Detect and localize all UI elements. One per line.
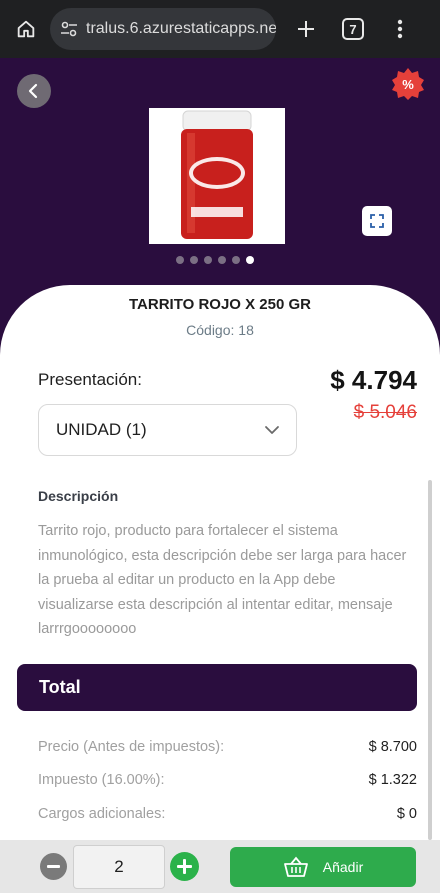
total-row-value: $ 1.322 — [368, 772, 417, 788]
product-code: Código: 18 — [186, 322, 254, 338]
product-image[interactable] — [149, 108, 285, 244]
product-jar-image — [181, 110, 253, 239]
svg-text:%: % — [402, 77, 414, 92]
home-icon[interactable] — [12, 15, 40, 43]
total-row-value: $ 8.700 — [368, 739, 417, 755]
description-text: Tarrito rojo, producto para fortalecer e… — [38, 523, 407, 637]
gallery-dot[interactable] — [218, 256, 226, 264]
chevron-down-icon — [265, 426, 279, 434]
browser-toolbar: tralus.6.azurestaticapps.net 7 — [0, 0, 440, 58]
total-row-label: Impuesto (16.00%): — [38, 772, 165, 788]
increase-quantity-button[interactable] — [170, 852, 199, 881]
gallery-dot[interactable] — [176, 256, 184, 264]
site-settings-icon[interactable] — [60, 21, 78, 37]
gallery-pagination — [176, 256, 254, 264]
quantity-input[interactable] — [73, 845, 165, 889]
total-header: Total — [17, 664, 417, 711]
minus-icon — [47, 865, 60, 868]
product-gallery: % — [0, 58, 440, 318]
gallery-dot[interactable] — [190, 256, 198, 264]
total-row-price: Precio (Antes de impuestos): $ 8.700 — [38, 739, 417, 755]
discount-badge-icon: % — [391, 67, 425, 101]
back-button[interactable] — [17, 74, 51, 108]
gallery-dot[interactable] — [204, 256, 212, 264]
basket-icon — [283, 856, 308, 877]
tab-switcher-button[interactable]: 7 — [342, 18, 364, 40]
total-row-label: Cargos adicionales: — [38, 806, 166, 822]
fullscreen-button[interactable] — [362, 206, 392, 236]
new-tab-icon[interactable] — [292, 15, 320, 43]
presentation-selected-value: UNIDAD (1) — [56, 420, 147, 439]
total-title: Total — [39, 677, 81, 697]
presentation-select[interactable]: UNIDAD (1) — [38, 404, 297, 456]
url-text: tralus.6.azurestaticapps.net — [86, 20, 276, 37]
address-bar[interactable]: tralus.6.azurestaticapps.net — [50, 8, 276, 50]
add-to-cart-label: Añadir — [322, 859, 364, 875]
total-row-value: $ 0 — [396, 806, 417, 822]
gallery-dot-active[interactable] — [246, 256, 254, 264]
plus-icon — [177, 859, 192, 874]
total-row-tax: Impuesto (16.00%): $ 1.322 — [38, 772, 417, 788]
description-heading: Descripción — [38, 488, 119, 504]
current-price: $ 4.794 — [330, 365, 417, 395]
product-title: TARRITO ROJO X 250 GR — [129, 296, 311, 313]
gallery-dot[interactable] — [232, 256, 240, 264]
presentation-label: Presentación: — [38, 370, 142, 389]
chevron-left-icon — [28, 83, 38, 99]
original-price: $ 5.046 — [353, 402, 417, 423]
total-row-label: Precio (Antes de impuestos): — [38, 739, 225, 755]
more-menu-icon[interactable] — [386, 15, 414, 43]
add-to-cart-button[interactable]: Añadir — [230, 847, 416, 887]
expand-icon — [370, 214, 384, 228]
decrease-quantity-button[interactable] — [40, 853, 67, 880]
total-row-charges: Cargos adicionales: $ 0 — [38, 806, 417, 822]
scrollbar[interactable] — [428, 480, 432, 840]
